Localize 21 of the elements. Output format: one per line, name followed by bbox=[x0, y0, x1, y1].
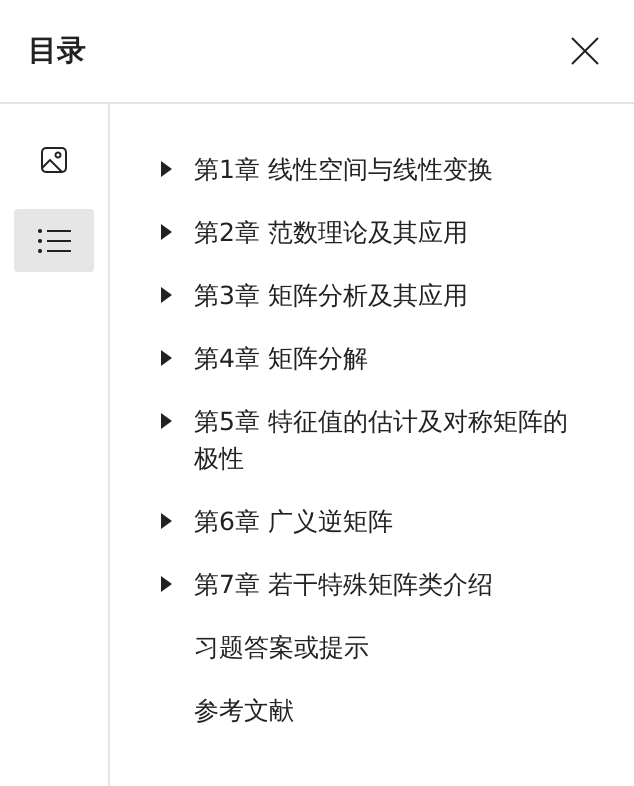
toc-item[interactable]: 第6章 广义逆矩阵 bbox=[194, 503, 569, 540]
toc-item[interactable]: 第2章 范数理论及其应用 bbox=[194, 214, 569, 251]
image-icon bbox=[40, 146, 68, 174]
panel-title: 目录 bbox=[28, 32, 86, 69]
caret-right-icon[interactable] bbox=[160, 513, 172, 529]
toc-item[interactable]: 第5章 特征值的估计及对称矩阵的极性 bbox=[194, 403, 569, 477]
caret-right-icon[interactable] bbox=[160, 224, 172, 240]
caret-right-icon[interactable] bbox=[160, 287, 172, 303]
toc-item[interactable]: 第1章 线性空间与线性变换 bbox=[194, 151, 569, 188]
caret-right-icon[interactable] bbox=[160, 576, 172, 592]
caret-right-icon[interactable] bbox=[160, 413, 172, 429]
toc-item[interactable]: 参考文献 bbox=[194, 692, 569, 729]
list-icon bbox=[37, 228, 71, 254]
toc-item[interactable]: 第4章 矩阵分解 bbox=[194, 340, 569, 377]
toc-item[interactable]: 第7章 若干特殊矩阵类介绍 bbox=[194, 566, 569, 603]
caret-right-icon[interactable] bbox=[160, 161, 172, 177]
caret-right-icon[interactable] bbox=[160, 350, 172, 366]
toc-item[interactable]: 习题答案或提示 bbox=[194, 629, 569, 666]
toc-item[interactable]: 第3章 矩阵分析及其应用 bbox=[194, 277, 569, 314]
close-button[interactable] bbox=[570, 36, 600, 66]
sidebar-tab[interactable] bbox=[14, 209, 94, 272]
